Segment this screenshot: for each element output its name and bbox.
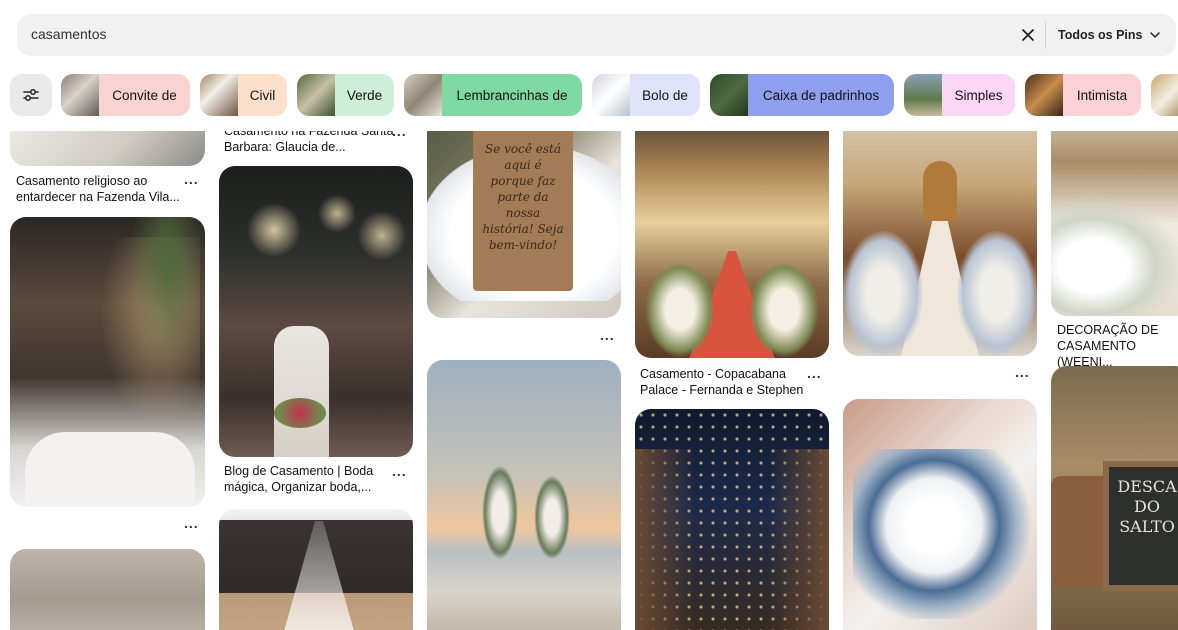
chip-thumbnail [1025,74,1063,116]
pins-filter-label: Todos os Pins [1058,28,1143,42]
flower-row-right [957,231,1037,356]
chip-label: Convite de [112,87,177,103]
aisle-flowers-right [749,261,819,358]
suggestion-chips: Convite de Civil Verde Lembrancinhas de … [0,72,1178,116]
chip-label: Civil [249,87,276,103]
flower-arch-right [534,475,570,560]
pin-more-options[interactable]: ... [392,131,407,139]
chip-caixa-de-padrinhos[interactable]: Caixa de padrinhos [710,74,894,116]
pins-filter-dropdown[interactable]: Todos os Pins [1058,14,1161,56]
pin-caption[interactable]: Blog de Casamento | Boda mágica, Organiz… [224,463,394,495]
pin-caption[interactable]: Casamento na Fazenda Santa Barbara: Glau… [224,131,394,155]
pin-caption[interactable]: Casamento religioso ao entardecer na Faz… [16,173,186,205]
chip-thumbnail [710,74,748,116]
bouquet-lilies [853,449,1033,619]
veil [279,521,359,630]
chalkboard-text: DESCA DO SALTO [1117,477,1177,536]
chip-more-partial[interactable] [1151,74,1178,116]
pin-grid: Casamento religioso ao entardecer na Faz… [0,131,1178,630]
altar [923,161,957,221]
filter-sliders-icon [23,89,39,101]
pin-more-options[interactable]: ... [807,365,822,381]
chip-intimista[interactable]: Intimista [1025,74,1141,116]
chip-convite-de[interactable]: Convite de [61,74,190,116]
clear-search-icon[interactable] [1018,25,1038,45]
tent-drape-right [769,449,829,630]
chip-thumbnail [592,74,630,116]
chip-label: Bolo de [642,87,688,103]
aisle-flowers-left [645,261,715,358]
chip-label: Simples [954,87,1003,103]
pin-champagne-tower[interactable] [10,217,205,507]
white-flowers [1051,191,1178,316]
search-input[interactable]: casamentos [31,26,106,42]
tent-drape-left [635,449,695,630]
chip-thumbnail [61,74,99,116]
chip-label: Verde [346,87,383,103]
chip-bolo-de[interactable]: Bolo de [592,74,700,116]
pin-more-options[interactable]: ... [184,515,199,531]
pin-chalkboard-sign[interactable]: DESCA DO SALTO [1051,366,1178,630]
chip-thumbnail [1151,74,1178,116]
pin-veil-display[interactable] [219,509,413,630]
pin-copacabana-church[interactable] [635,131,829,358]
pin-more-options[interactable]: ... [1015,364,1030,380]
pin-beach-arch[interactable] [427,360,621,630]
flower-row-left [843,231,923,356]
pin-more-options[interactable]: ... [392,463,407,479]
pin-lily-bouquet[interactable] [843,399,1037,630]
chip-label: Caixa de padrinhos [762,87,880,103]
chip-simples[interactable]: Simples [904,74,1015,116]
pin-caption[interactable]: Casamento - Copacabana Palace - Fernanda… [640,366,810,398]
chip-thumbnail [200,74,238,116]
pin-welcome-card[interactable]: Se você está aqui é porque faz parte da … [427,131,621,318]
chalkboard: DESCA DO SALTO [1103,461,1178,591]
pin-white-aisle[interactable] [1051,131,1178,316]
chip-thumbnail [404,74,442,116]
table-cloth [25,432,195,507]
greenery [130,217,205,367]
chevron-down-icon [1149,32,1160,39]
chip-thumbnail [904,74,942,116]
chip-civil[interactable]: Civil [200,74,287,116]
chip-label: Intimista [1076,87,1128,103]
pin-string-lights-tent[interactable] [635,409,829,630]
chip-verde[interactable]: Verde [297,74,394,116]
flower-arch-left [482,465,518,560]
chip-lembrancinhas-de[interactable]: Lembrancinhas de [404,74,582,116]
pin-sparklers-kiss[interactable] [219,166,413,457]
chip-thumbnail [297,74,335,116]
pin-church-aisle-flowers[interactable] [843,131,1037,356]
filter-button[interactable] [10,74,52,116]
bouquet [274,398,326,428]
pin-wooden-texture[interactable] [10,549,205,630]
bride-dress [274,326,329,457]
tag-text: Se você está aqui é porque faz parte da … [482,142,564,252]
pin-more-options[interactable]: ... [600,327,615,343]
pin-religious-sunset[interactable] [10,131,205,166]
search-bar[interactable]: casamentos Todos os Pins [17,14,1176,56]
pin-caption[interactable]: DECORAÇÃO DE CASAMENTO (WEENI... [1057,322,1177,370]
kraft-tag: Se você está aqui é porque faz parte da … [473,131,573,291]
sparkler-glow [229,186,409,296]
pin-more-options[interactable]: ... [184,171,199,187]
search-divider [1045,21,1046,49]
chip-label: Lembrancinhas de [456,87,568,103]
